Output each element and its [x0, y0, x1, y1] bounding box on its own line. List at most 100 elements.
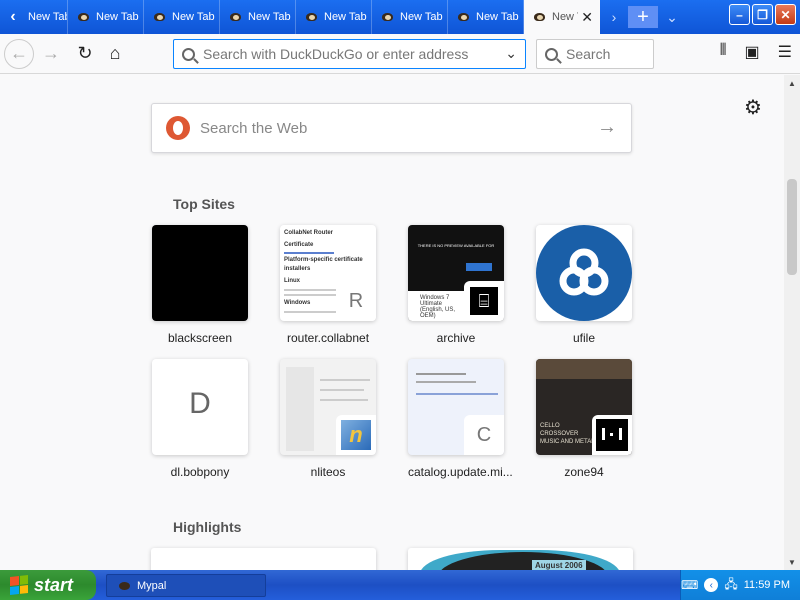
sidebar-icon[interactable]: ▣ [745, 42, 760, 62]
highlight-card[interactable]: August 2006 [408, 548, 633, 570]
menu-icon[interactable]: ☰ [778, 42, 792, 62]
tab-scroll-left-button[interactable]: ‹ [0, 0, 26, 34]
site-badge: C [464, 415, 504, 455]
tab[interactable]: New Tab [68, 0, 144, 34]
home-button[interactable]: ⌂ [100, 39, 130, 69]
tab[interactable]: New Tab [220, 0, 296, 34]
tab-label: New Tab [248, 11, 291, 23]
arrow-right-icon[interactable]: → [597, 116, 617, 139]
tab[interactable]: New Tab [144, 0, 220, 34]
gear-icon[interactable]: ⚙ [744, 95, 762, 120]
taskbar: start Mypal ⌨ ‹ 🖧 11:59 PM [0, 570, 800, 600]
top-site-tile[interactable]: CELLO CROSSOVER MUSIC AND METAL zone94 [536, 359, 632, 479]
tab-scroll-right-button[interactable]: › [600, 0, 628, 34]
navigation-toolbar: ← → ↻ ⌂ Search with DuckDuckGo or enter … [0, 34, 800, 74]
site-thumbnail: THERE IS NO PREVIEW AVAILABLE FOR Window… [408, 225, 504, 321]
system-tray: ⌨ ‹ 🖧 11:59 PM [680, 570, 800, 600]
tray-expand-icon[interactable]: ‹ [704, 578, 719, 592]
top-sites-title: Top Sites [173, 196, 235, 212]
tab-label: New Tab [476, 11, 519, 23]
thumb-text: CELLO CROSSOVER MUSIC AND METAL [540, 423, 595, 445]
site-thumbnail: CollabNet Router Certificate Platform-sp… [280, 225, 376, 321]
tab-label: New Tab [28, 11, 68, 23]
newtab-page: ⚙ Search the Web → Top Sites blackscreen… [0, 75, 784, 570]
top-site-tile[interactable]: blackscreen [152, 225, 248, 345]
top-site-tile[interactable]: THERE IS NO PREVIEW AVAILABLE FOR Window… [408, 225, 504, 345]
tab-label: New Tab [96, 11, 139, 23]
restore-button[interactable]: ❐ [752, 4, 773, 25]
scroll-down-icon[interactable]: ▼ [784, 554, 800, 570]
top-site-tile[interactable]: ufile [536, 225, 632, 345]
mypal-icon [117, 579, 133, 593]
chevron-down-icon[interactable]: ⌄ [505, 45, 517, 62]
toolbar-right: ⫴ ▣ ☰ [720, 42, 792, 62]
network-icon[interactable]: 🖧 [724, 575, 737, 596]
site-label: nliteos [310, 465, 346, 479]
tab[interactable]: New Tab [372, 0, 448, 34]
new-tab-button[interactable]: + [628, 6, 658, 28]
forward-button[interactable]: → [36, 39, 66, 69]
library-icon[interactable]: ⫴ [720, 42, 727, 62]
tab-favicon-icon [76, 10, 92, 24]
tab-label: New Tab [400, 11, 443, 23]
search-icon [182, 47, 195, 61]
start-button[interactable]: start [0, 570, 96, 600]
tab-list-chevron-icon[interactable]: ⌄ [658, 0, 686, 34]
tab[interactable]: New Tab [26, 0, 68, 34]
site-label: dl.bobpony [170, 465, 230, 479]
duckduckgo-logo-icon [166, 116, 190, 140]
site-label: archive [436, 331, 476, 345]
zone94-logo-icon [592, 415, 632, 455]
scrollbar-thumb[interactable] [787, 179, 797, 275]
top-site-tile[interactable]: CollabNet Router Certificate Platform-sp… [280, 225, 376, 345]
tab-label: New Tab [324, 11, 367, 23]
site-thumbnail: CELLO CROSSOVER MUSIC AND METAL [536, 359, 632, 455]
thumb-text: Windows 7 Ultimate (English, US, OEM) [420, 295, 456, 319]
archive-logo-icon: ⌸ [464, 281, 504, 321]
site-thumbnail: n [280, 359, 376, 455]
tab[interactable]: New Tab [448, 0, 524, 34]
task-label: Mypal [137, 579, 167, 592]
tab-favicon-icon [456, 10, 472, 24]
web-search-input[interactable]: Search the Web → [151, 103, 632, 153]
site-badge: R [336, 281, 376, 321]
taskbar-item-mypal[interactable]: Mypal [106, 574, 266, 597]
address-bar[interactable]: Search with DuckDuckGo or enter address … [173, 39, 526, 69]
highlights-title: Highlights [173, 519, 242, 535]
search-placeholder: Search [566, 46, 611, 62]
page-scrollbar[interactable]: ▲ ▼ [784, 75, 800, 570]
close-tab-icon[interactable]: ✕ [581, 9, 593, 26]
site-label: ufile [572, 331, 595, 345]
back-button[interactable]: ← [4, 38, 34, 69]
site-label: zone94 [564, 465, 604, 479]
tab-favicon-icon [304, 10, 320, 24]
tab-active[interactable]: New Tab✕ [524, 0, 600, 34]
address-placeholder: Search with DuckDuckGo or enter address [203, 46, 469, 62]
top-site-tile[interactable]: D dl.bobpony [152, 359, 248, 479]
thumb-text: Platform-specific certificate installers [284, 257, 363, 272]
close-window-button[interactable]: ✕ [775, 4, 796, 25]
tab-strip: ‹ New Tab New Tab New Tab New Tab New Ta… [0, 0, 800, 34]
search-input[interactable]: Search [536, 39, 654, 69]
thumb-text: Certificate [284, 242, 314, 248]
highlight-card[interactable] [151, 548, 376, 570]
site-thumbnail [536, 225, 632, 321]
top-site-tile[interactable]: n nliteos [280, 359, 376, 479]
ufile-logo-icon [536, 225, 632, 321]
site-thumbnail: D [152, 359, 248, 455]
tab-favicon-icon [532, 10, 548, 24]
site-thumbnail [152, 225, 248, 321]
web-search-placeholder: Search the Web [200, 119, 308, 137]
reload-button[interactable]: ↻ [70, 39, 100, 69]
tab-label: New Tab [552, 11, 578, 23]
thumb-text: THERE IS NO PREVIEW AVAILABLE FOR [417, 243, 495, 248]
scroll-up-icon[interactable]: ▲ [784, 75, 800, 91]
site-letter: D [189, 387, 211, 420]
tab-favicon-icon [228, 10, 244, 24]
keyboard-icon[interactable]: ⌨ [681, 578, 698, 592]
windows-logo-icon [10, 575, 28, 595]
tab[interactable]: New Tab [296, 0, 372, 34]
top-site-tile[interactable]: C catalog.update.mi... [408, 359, 513, 479]
minimize-button[interactable]: – [729, 4, 750, 25]
window-controls: – ❐ ✕ [729, 4, 796, 25]
